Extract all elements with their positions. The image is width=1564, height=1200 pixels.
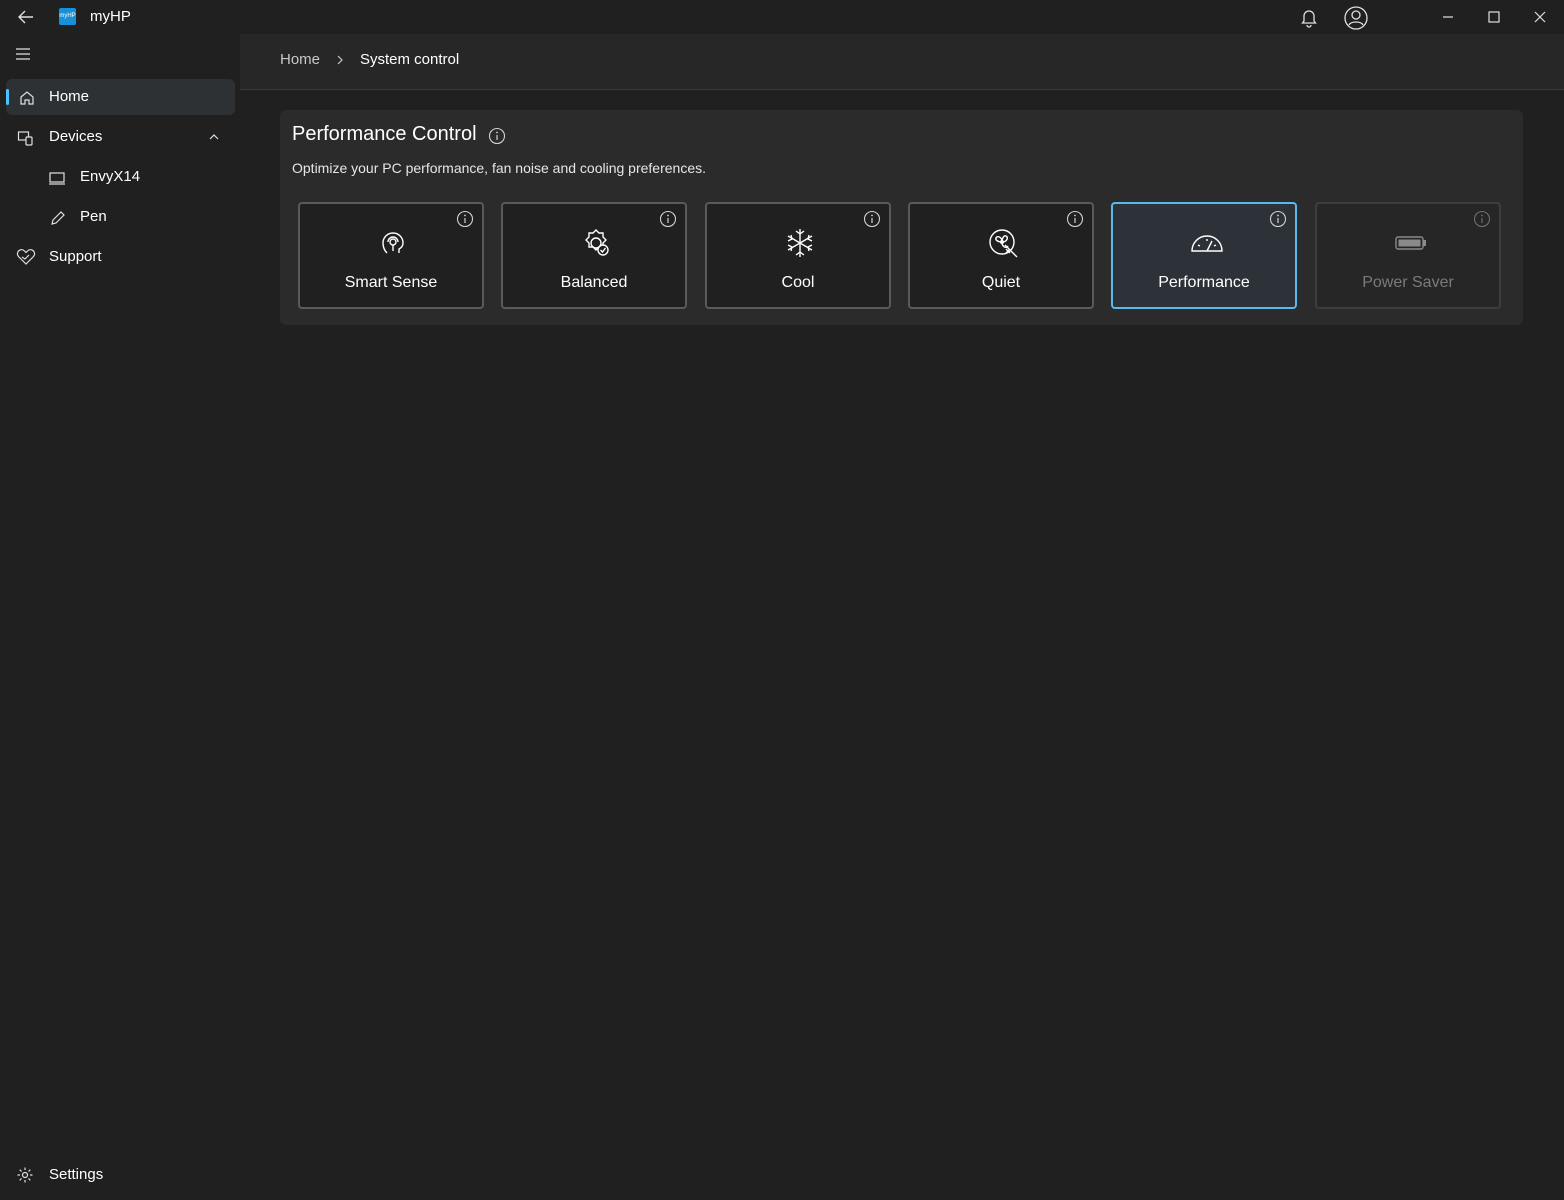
breadcrumb-home-link[interactable]: Home	[280, 51, 320, 68]
app-title: myHP	[90, 8, 131, 25]
account-icon[interactable]	[1343, 5, 1368, 30]
quiet-fan-icon	[987, 227, 1019, 259]
sidebar-item-label: Devices	[49, 128, 103, 145]
pen-icon	[49, 209, 67, 227]
app-logo: myHP	[59, 8, 76, 25]
info-icon[interactable]	[456, 210, 474, 228]
info-icon[interactable]	[1066, 210, 1084, 228]
home-icon	[18, 89, 36, 107]
chevron-up-icon[interactable]	[207, 130, 221, 144]
snowflake-icon	[784, 227, 816, 259]
sidebar-item-label: Support	[49, 248, 102, 265]
sidebar: Home Devices EnvyX14 Pen Support	[0, 34, 240, 1200]
sidebar-item-settings[interactable]: Settings	[6, 1157, 235, 1193]
sidebar-item-devices[interactable]: Devices	[6, 119, 235, 155]
chevron-right-icon	[334, 53, 346, 67]
panel-description: Optimize your PC performance, fan noise …	[292, 160, 706, 176]
title-bar: myHP myHP	[0, 0, 1564, 34]
main-content: Home System control Performance Control …	[240, 34, 1564, 1200]
minimize-button[interactable]	[1433, 4, 1463, 30]
smart-sense-icon	[377, 227, 409, 259]
speedometer-icon	[1190, 227, 1223, 259]
sidebar-item-label: EnvyX14	[80, 168, 141, 185]
mode-label: Quiet	[981, 274, 1021, 291]
balanced-gear-icon	[580, 227, 612, 259]
sidebar-item-label: Home	[49, 88, 90, 105]
sidebar-item-home[interactable]: Home	[6, 79, 235, 115]
info-icon[interactable]	[659, 210, 677, 228]
settings-label: Settings	[49, 1166, 104, 1183]
sidebar-item-pen[interactable]: Pen	[6, 199, 235, 235]
mode-card-balanced[interactable]: Balanced	[501, 202, 687, 309]
info-icon[interactable]	[863, 210, 881, 228]
maximize-button[interactable]	[1479, 4, 1509, 30]
mode-label: Smart Sense	[344, 274, 438, 291]
mode-label: Cool	[781, 274, 815, 291]
mode-card-smart-sense[interactable]: Smart Sense	[298, 202, 484, 309]
notification-bell-icon[interactable]	[1297, 5, 1321, 29]
mode-label: Power Saver	[1362, 274, 1454, 291]
back-arrow-icon[interactable]	[14, 6, 38, 28]
performance-control-panel: Performance Control Optimize your PC per…	[280, 110, 1523, 325]
active-indicator	[6, 89, 9, 105]
laptop-icon	[48, 169, 66, 187]
hamburger-menu-icon[interactable]	[12, 44, 34, 64]
sidebar-item-envyx14[interactable]: EnvyX14	[6, 159, 235, 195]
devices-icon	[17, 129, 35, 147]
breadcrumb: Home System control	[240, 34, 1564, 90]
sidebar-item-support[interactable]: Support	[6, 239, 235, 275]
mode-label: Performance	[1158, 274, 1250, 291]
mode-card-quiet[interactable]: Quiet	[908, 202, 1094, 309]
sidebar-item-label: Pen	[80, 208, 107, 225]
gear-icon	[16, 1166, 34, 1184]
mode-label: Balanced	[560, 274, 628, 291]
info-icon[interactable]	[488, 127, 506, 145]
info-icon[interactable]	[1473, 210, 1491, 228]
info-icon[interactable]	[1269, 210, 1287, 228]
mode-card-cool[interactable]: Cool	[705, 202, 891, 309]
support-icon	[16, 248, 36, 266]
breadcrumb-current: System control	[360, 51, 460, 68]
battery-icon	[1394, 227, 1426, 259]
panel-title: Performance Control	[292, 123, 477, 145]
close-button[interactable]	[1525, 4, 1555, 30]
mode-card-performance[interactable]: Performance	[1111, 202, 1297, 309]
mode-card-power-saver[interactable]: Power Saver	[1315, 202, 1501, 309]
